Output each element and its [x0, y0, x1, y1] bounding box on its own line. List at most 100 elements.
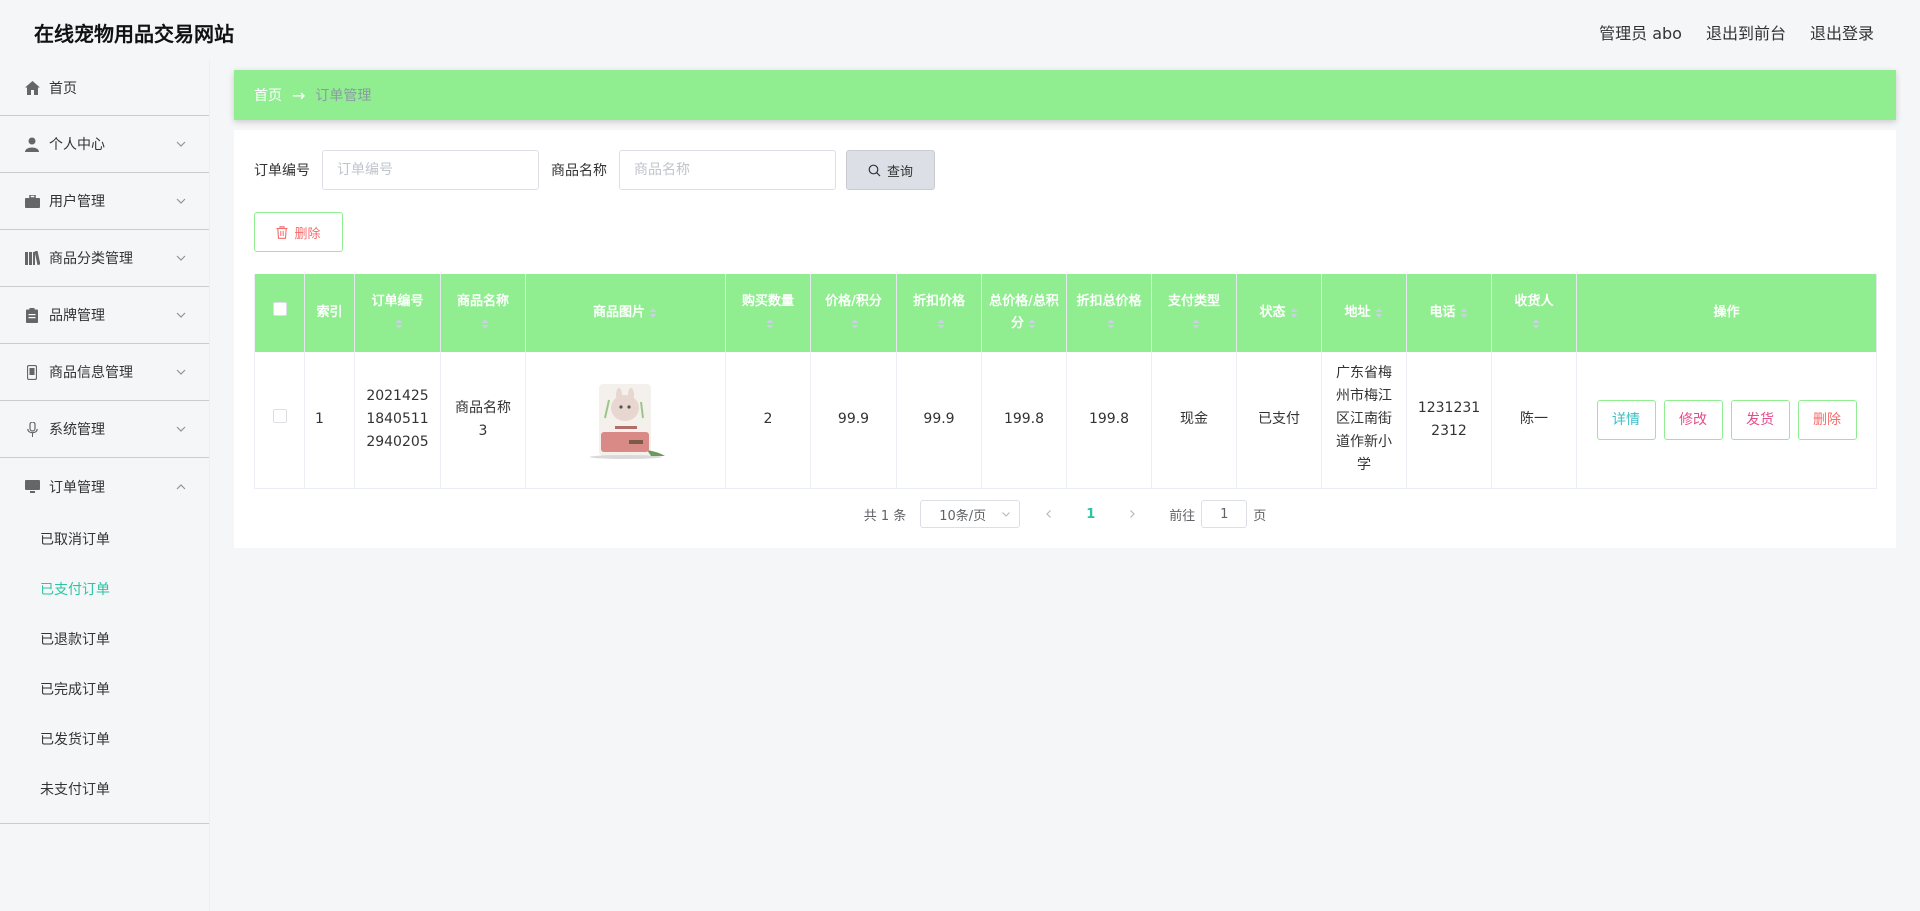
query-button[interactable]: 查询: [846, 150, 935, 190]
sort-icon[interactable]: [1027, 318, 1037, 330]
col-quantity-label: 购买数量: [741, 294, 794, 309]
sidebar-item-label: 个人中心: [49, 137, 105, 153]
monitor-icon: [24, 479, 40, 495]
col-goods-image[interactable]: 商品图片: [525, 274, 726, 352]
chevron-down-icon: [1002, 512, 1011, 517]
chevron-down-icon: [176, 369, 186, 375]
col-phone[interactable]: 电话: [1406, 274, 1492, 352]
page-size-select[interactable]: 10条/页: [920, 500, 1021, 528]
orders-table: 索引 订单编号 商品名称 商品图片 购买数量 价格/积分 折扣价格 总价格/总积…: [254, 274, 1877, 489]
sidebar-item-label: 系统管理: [49, 422, 105, 438]
microphone-icon: [24, 421, 40, 437]
cell-goods-image: [525, 352, 726, 489]
select-all-checkbox[interactable]: [272, 302, 287, 316]
sort-icon[interactable]: [394, 318, 404, 330]
sidebar-item-home[interactable]: 首页: [0, 60, 209, 116]
clipboard-icon: [24, 307, 40, 323]
sort-icon[interactable]: [1459, 307, 1469, 319]
chevron-up-icon: [176, 483, 186, 489]
breadcrumb-current: 订单管理: [315, 88, 372, 104]
sidebar-item-users[interactable]: 用户管理: [0, 173, 209, 230]
col-pay-type-label: 支付类型: [1167, 294, 1220, 309]
sidebar-item-label: 品牌管理: [49, 308, 105, 324]
page-number-current[interactable]: 1: [1086, 507, 1095, 522]
ship-button[interactable]: 发货: [1730, 399, 1790, 440]
sidebar-subitem-completed[interactable]: 已完成订单: [0, 665, 209, 715]
col-order-no[interactable]: 订单编号: [354, 274, 441, 352]
detail-button[interactable]: 详情: [1596, 399, 1656, 440]
row-checkbox[interactable]: [272, 409, 287, 424]
pagination-total: 共 1 条: [863, 508, 907, 524]
col-price[interactable]: 价格/积分: [810, 274, 897, 352]
goods-name-input[interactable]: [619, 150, 836, 190]
row-select-cell[interactable]: [254, 352, 305, 489]
logout-link[interactable]: 退出登录: [1810, 20, 1874, 44]
sidebar-item-system[interactable]: 系统管理: [0, 401, 209, 458]
sort-icon[interactable]: [850, 318, 860, 330]
home-icon: [24, 80, 40, 96]
goods-name-label: 商品名称: [551, 163, 607, 179]
col-quantity[interactable]: 购买数量: [725, 274, 811, 352]
col-address[interactable]: 地址: [1321, 274, 1407, 352]
sidebar-subitem-paid[interactable]: 已支付订单: [0, 565, 209, 615]
col-total-price[interactable]: 总价格/总积分: [981, 274, 1067, 352]
sort-icon[interactable]: [1374, 307, 1384, 319]
breadcrumb-home-link[interactable]: 首页: [254, 85, 282, 105]
col-pay-type[interactable]: 支付类型: [1151, 274, 1237, 352]
sidebar-item-category[interactable]: 商品分类管理: [0, 230, 209, 287]
breadcrumb: 首页 → 订单管理: [234, 70, 1896, 120]
select-all-cell[interactable]: [254, 274, 305, 352]
col-discount-total[interactable]: 折扣总价格: [1066, 274, 1152, 352]
col-phone-label: 电话: [1429, 305, 1456, 320]
col-discount-price-label: 折扣价格: [912, 294, 965, 309]
edit-button[interactable]: 修改: [1663, 399, 1723, 440]
col-goods-name-label: 商品名称: [456, 294, 509, 309]
sidebar-item-brand[interactable]: 品牌管理: [0, 287, 209, 344]
batch-delete-button[interactable]: 删除: [254, 212, 343, 252]
sort-icon[interactable]: [1191, 318, 1201, 330]
chevron-down-icon: [176, 312, 186, 318]
sidebar-subitem-refunded[interactable]: 已退款订单: [0, 615, 209, 665]
prev-page-button[interactable]: [1042, 507, 1056, 521]
sort-icon[interactable]: [1106, 318, 1116, 330]
sidebar-item-orders[interactable]: 订单管理: [0, 458, 209, 515]
sidebar-subitem-shipped[interactable]: 已发货订单: [0, 715, 209, 765]
query-button-label: 查询: [886, 164, 913, 180]
sidebar-item-label: 商品分类管理: [49, 251, 133, 267]
sort-icon[interactable]: [1531, 318, 1541, 330]
col-discount-price[interactable]: 折扣价格: [896, 274, 982, 352]
col-address-label: 地址: [1344, 305, 1371, 320]
sidebar-item-personal[interactable]: 个人中心: [0, 116, 209, 173]
sidebar-subitem-unpaid[interactable]: 未支付订单: [0, 765, 209, 815]
order-no-input[interactable]: [322, 150, 539, 190]
col-receiver[interactable]: 收货人: [1491, 274, 1577, 352]
batch-delete-label: 删除: [294, 226, 321, 242]
goto-page-input[interactable]: [1201, 500, 1248, 528]
sort-icon[interactable]: [765, 318, 775, 330]
cell-order-no: 20214251840511 2940205: [354, 352, 441, 489]
col-goods-name[interactable]: 商品名称: [440, 274, 526, 352]
col-price-label: 价格/积分: [825, 294, 882, 309]
sidebar-item-goods[interactable]: 商品信息管理: [0, 344, 209, 401]
delete-button[interactable]: 删除: [1797, 399, 1857, 440]
sort-icon[interactable]: [1289, 307, 1299, 319]
cell-goods-name: 商品名称3: [440, 352, 526, 489]
cell-discount-price: 99.9: [896, 352, 982, 489]
col-actions: 操作: [1576, 274, 1877, 352]
sidebar-subitem-cancelled[interactable]: 已取消订单: [0, 515, 209, 565]
col-status-label: 状态: [1259, 305, 1286, 320]
exit-to-front-link[interactable]: 退出到前台: [1706, 20, 1786, 44]
sort-icon[interactable]: [936, 318, 946, 330]
col-receiver-label: 收货人: [1514, 294, 1554, 309]
cell-quantity: 2: [725, 352, 811, 489]
sidebar-item-label: 商品信息管理: [49, 365, 133, 381]
sort-icon[interactable]: [648, 307, 658, 319]
next-page-button[interactable]: [1125, 507, 1139, 521]
col-status[interactable]: 状态: [1236, 274, 1322, 352]
chevron-left-icon: [1046, 510, 1052, 518]
user-icon: [24, 136, 40, 152]
cell-total-price: 199.8: [981, 352, 1067, 489]
sidebar-item-label: 首页: [49, 80, 77, 97]
sort-icon[interactable]: [480, 318, 490, 330]
orders-submenu: 已取消订单 已支付订单 已退款订单 已完成订单 已发货订单 未支付订单: [0, 515, 209, 824]
